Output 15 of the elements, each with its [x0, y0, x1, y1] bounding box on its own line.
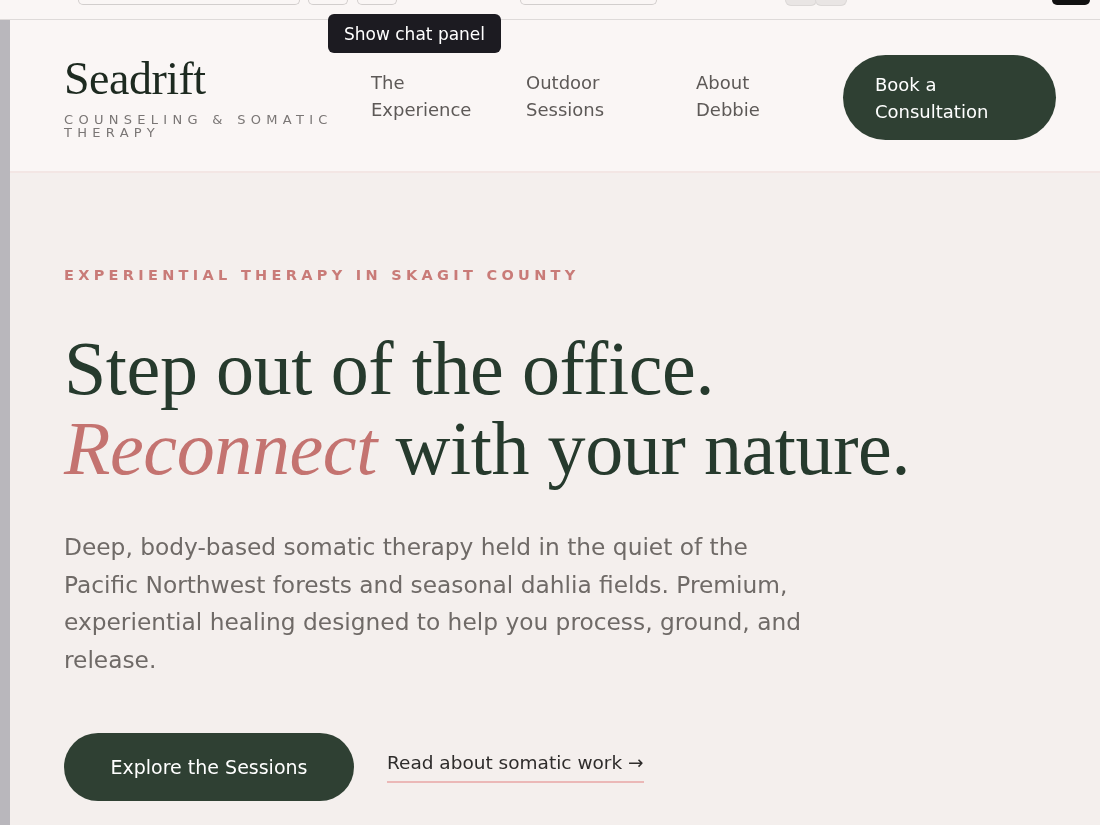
- explore-sessions-button[interactable]: Explore the Sessions: [64, 733, 354, 801]
- hero-description: Deep, body-based somatic therapy held in the quiet of the Pacific Northwest forests and seasonal dahlia fields. Premium, experiential healing designed to help you process, ground, and release.: [64, 532, 802, 675]
- avatar-icon[interactable]: [785, 0, 817, 6]
- nav-link[interactable]: Outdoor Sessions: [526, 69, 605, 123]
- tooltip: Show chat panel: [328, 14, 502, 53]
- book-consultation-button[interactable]: Book a Consultation: [843, 55, 1056, 140]
- nav-link[interactable]: The Experience: [371, 69, 472, 123]
- logo-wordmark[interactable]: Seadrift: [64, 54, 371, 104]
- avatar-icon[interactable]: [815, 0, 847, 6]
- hero-heading: Step out of the office. Reconnect with your nature.: [64, 328, 910, 488]
- toolbar-button[interactable]: [1052, 0, 1090, 5]
- eyebrow-text: EXPERIENTIAL THERAPY IN SKAGIT COUNTY: [64, 266, 580, 284]
- logo-tagline: COUNSELING & SOMATIC THERAPY: [64, 113, 334, 139]
- nav-link[interactable]: About Debbie: [696, 69, 760, 123]
- somatic-work-link[interactable]: Read about somatic work →: [387, 751, 644, 783]
